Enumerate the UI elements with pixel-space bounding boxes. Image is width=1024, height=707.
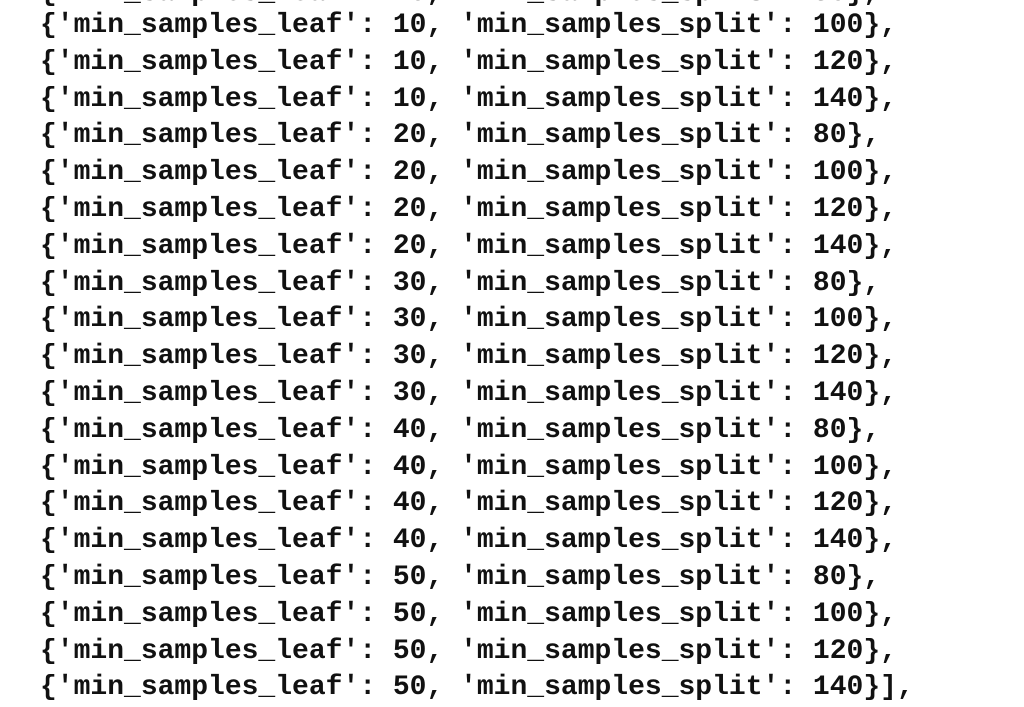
code-line: {'min_samples_leaf': 10, 'min_samples_sp… (40, 10, 897, 41)
code-line: {'min_samples_leaf': 40, 'min_samples_sp… (40, 525, 897, 557)
code-lines: {'min_samples_leaf': 10, 'min_samples_sp… (40, 8, 914, 707)
code-line: {'min_samples_leaf': 30, 'min_samples_sp… (40, 341, 897, 373)
code-line: {'min_samples_leaf': 20, 'min_samples_sp… (40, 230, 897, 262)
code-line: {'min_samples_leaf': 20, 'min_samples_sp… (40, 157, 897, 189)
code-line: {'min_samples_leaf': 40, 'min_samples_sp… (40, 414, 881, 446)
code-line: {'min_samples_leaf': 50, 'min_samples_sp… (40, 635, 897, 667)
code-line: {'min_samples_leaf': 10, 'min_samples_sp… (40, 46, 897, 78)
code-line: {'min_samples_leaf': 20, 'min_samples_sp… (40, 120, 881, 152)
code-line: {'min_samples_leaf': 40, 'min_samples_sp… (40, 451, 897, 483)
code-line: {'min_samples_leaf': 10, 'min_samples_sp… (40, 83, 897, 115)
code-line: {'min_samples_leaf': 50, 'min_samples_sp… (40, 561, 881, 593)
code-line: {'min_samples_leaf': 30, 'min_samples_sp… (40, 304, 897, 336)
code-line: {'min_samples_leaf': 50, 'min_samples_sp… (40, 672, 914, 704)
code-line: {'min_samples_leaf': 20, 'min_samples_sp… (40, 193, 897, 225)
code-output: {'min_samples_leaf': 10, 'min_samples_sp… (40, 0, 1010, 707)
code-line: {'min_samples_leaf': 50, 'min_samples_sp… (40, 598, 897, 630)
code-line: {'min_samples_leaf': 30, 'min_samples_sp… (40, 267, 881, 299)
code-line: {'min_samples_leaf': 30, 'min_samples_sp… (40, 377, 897, 409)
code-line: {'min_samples_leaf': 40, 'min_samples_sp… (40, 488, 897, 520)
